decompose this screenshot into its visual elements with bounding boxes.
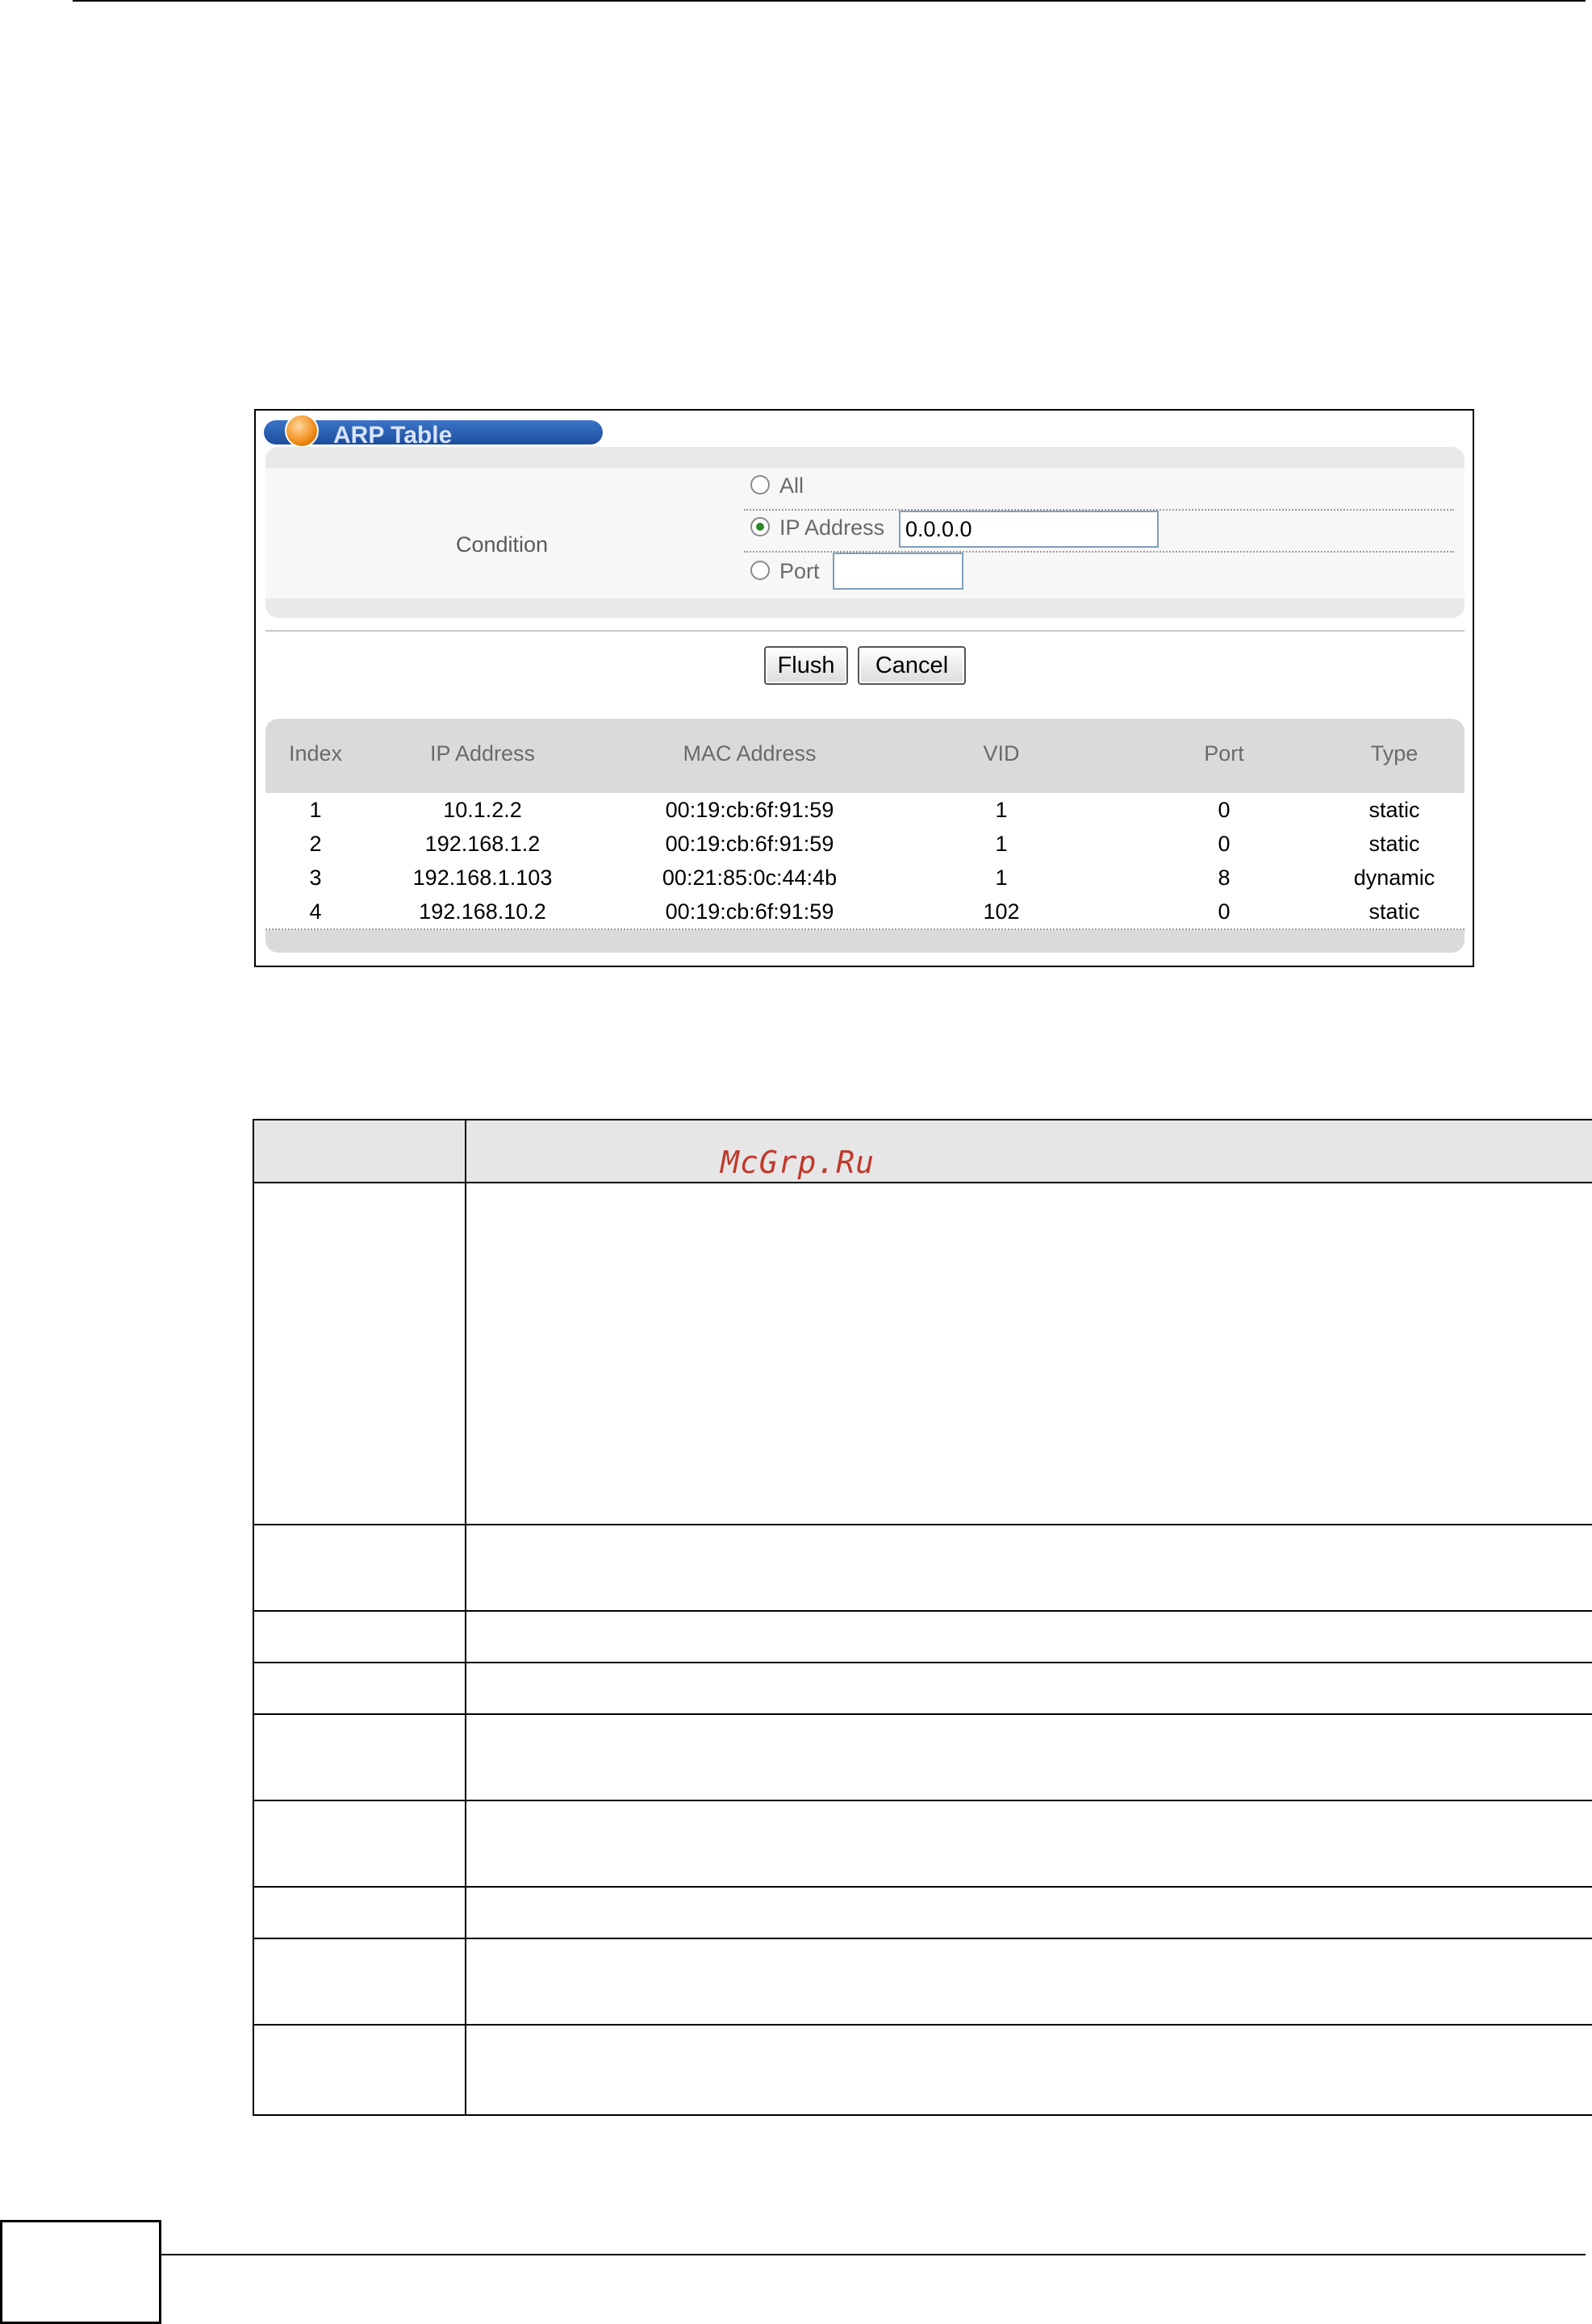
condition-label: Condition	[456, 532, 549, 557]
row-divider	[254, 1524, 1592, 1525]
port-input[interactable]	[833, 553, 963, 590]
column-divider	[465, 1120, 466, 2114]
row-divider	[254, 1886, 1592, 1888]
col-port: Port	[1204, 741, 1244, 766]
arp-table-header: Index IP Address MAC Address VID Port Ty…	[265, 719, 1465, 793]
col-ip-address: IP Address	[429, 741, 536, 766]
table-row: 3 192.168.1.103 00:21:85:0c:44:4b 1 8 dy…	[265, 861, 1465, 896]
option-ip-row: IP Address	[744, 509, 1454, 553]
option-port-row: Port	[744, 553, 1454, 595]
all-radio[interactable]	[750, 475, 770, 494]
port-radio[interactable]	[750, 561, 770, 580]
row-divider	[254, 1713, 1592, 1715]
field-description-table: McGrp.Ru	[253, 1119, 1592, 2116]
ip-address-input[interactable]	[899, 511, 1159, 548]
option-all-row: All	[744, 467, 1454, 511]
flush-button[interactable]: Flush	[764, 646, 848, 685]
row-divider	[254, 1610, 1592, 1612]
col-type: Type	[1370, 741, 1419, 766]
row-divider	[254, 1800, 1592, 1801]
all-label: All	[779, 474, 804, 498]
arp-table: Index IP Address MAC Address VID Port Ty…	[265, 719, 1465, 953]
table-row: 2 192.168.1.2 00:19:cb:6f:91:59 1 0 stat…	[265, 827, 1465, 862]
cancel-button[interactable]: Cancel	[858, 646, 966, 685]
page-title: ARP Table	[333, 422, 453, 449]
page-number-box	[0, 2220, 161, 2324]
row-divider	[254, 1938, 1592, 1939]
table-row: 1 10.1.2.2 00:19:cb:6f:91:59 1 0 static	[265, 793, 1465, 828]
ip-address-radio[interactable]	[750, 517, 770, 536]
col-index: Index	[288, 741, 343, 766]
description-table-header: McGrp.Ru	[254, 1120, 1592, 1183]
table-row: 4 192.168.10.2 00:19:cb:6f:91:59 102 0 s…	[265, 895, 1465, 930]
watermark: McGrp.Ru	[721, 1145, 875, 1180]
footer-rule	[160, 2254, 1586, 2255]
row-divider	[254, 2024, 1592, 2026]
divider	[265, 630, 1465, 632]
port-label: Port	[779, 559, 820, 583]
col-mac-address: MAC Address	[683, 741, 817, 766]
arp-table-screen: ARP Table Condition All IP Address Port …	[254, 409, 1474, 967]
orb-icon	[285, 414, 319, 448]
col-vid: VID	[983, 741, 1020, 766]
row-divider	[254, 1662, 1592, 1663]
page-top-rule	[73, 0, 1586, 2]
ip-address-label: IP Address	[779, 515, 885, 540]
